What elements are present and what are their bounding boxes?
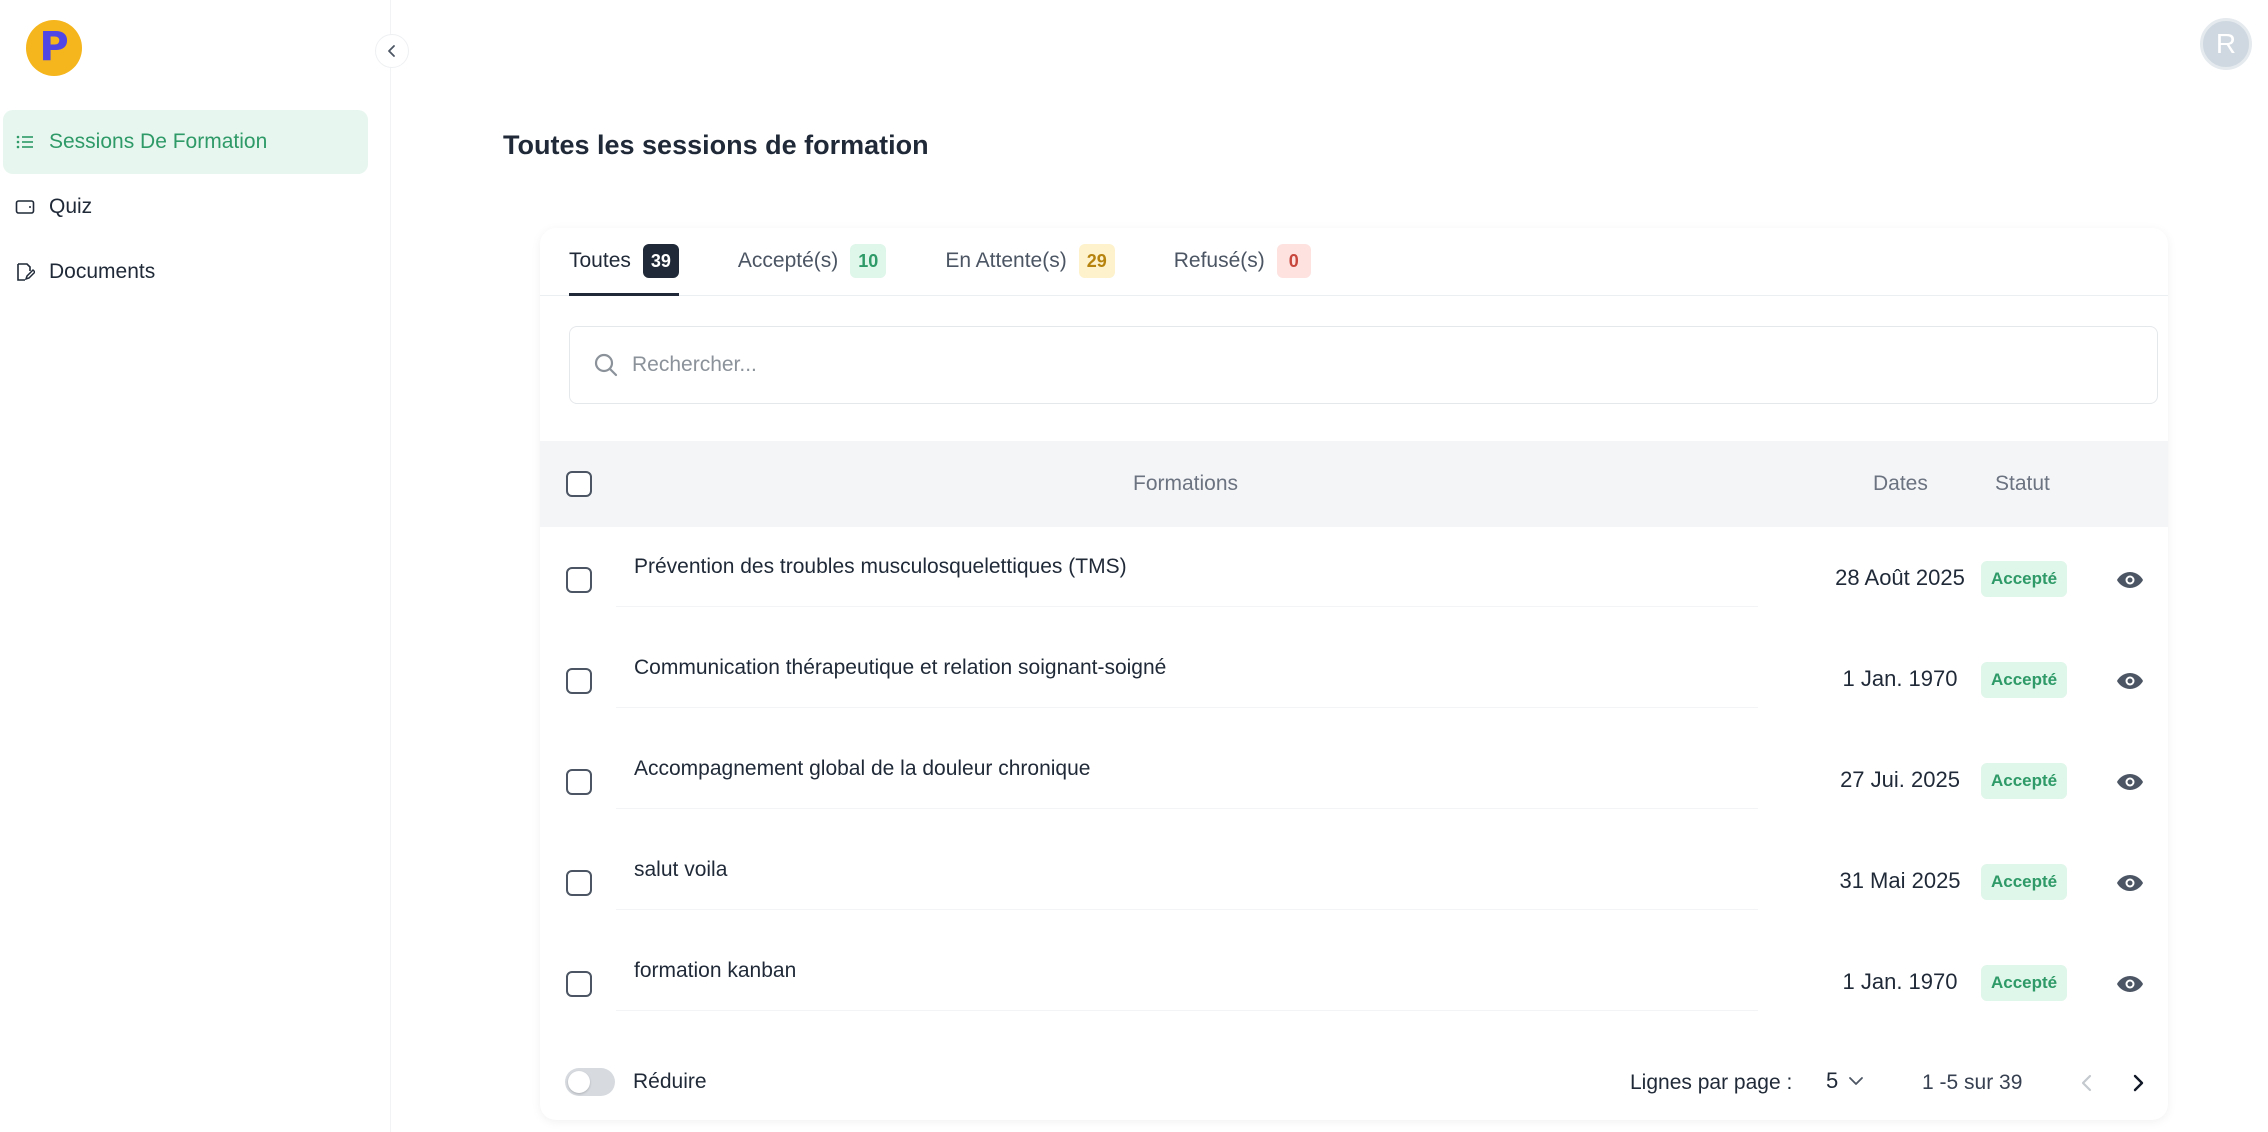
status-badge: Accepté (1981, 864, 2068, 900)
eye-icon[interactable] (2115, 565, 2145, 595)
divider (616, 909, 1758, 910)
app-logo[interactable]: P (26, 20, 82, 76)
tab-refuses[interactable]: Refusé(s) 0 (1174, 228, 1311, 295)
eye-icon[interactable] (2115, 868, 2145, 898)
row-checkbox[interactable] (566, 567, 592, 593)
status-badge: Accepté (1981, 965, 2068, 1001)
previous-page-button[interactable] (2072, 1068, 2102, 1098)
formation-date: 1 Jan. 1970 (1842, 969, 1958, 994)
next-page-button[interactable] (2123, 1068, 2153, 1098)
search-box (569, 326, 2158, 404)
table-header: Formations Dates Statut (540, 441, 2168, 527)
table-row[interactable]: Accompagnement global de la douleur chro… (540, 729, 2168, 830)
sidebar-item-sessions[interactable]: Sessions De Formation (3, 110, 368, 174)
row-checkbox[interactable] (566, 971, 592, 997)
table-row[interactable]: Communication thérapeutique et relation … (540, 628, 2168, 729)
row-checkbox[interactable] (566, 769, 592, 795)
search-input[interactable] (632, 353, 2032, 377)
page-title: Toutes les sessions de formation (503, 130, 929, 160)
count-badge: 29 (1078, 244, 1115, 278)
rows-per-page-value: 5 (1826, 1068, 1839, 1093)
table-row[interactable]: formation kanban 1 Jan. 1970 Accepté (540, 931, 2168, 1032)
sidebar-item-label: Sessions De Formation (49, 130, 268, 153)
tablet-icon (15, 195, 39, 219)
toggle-knob (568, 1071, 590, 1093)
chevron-down-icon (1848, 1076, 1864, 1086)
tab-en-attente[interactable]: En Attente(s) 29 (945, 228, 1115, 295)
status-badge: Accepté (1981, 662, 2068, 698)
count-badge: 10 (850, 244, 887, 278)
pagination-range: 1 -5 sur 39 (1922, 1071, 2023, 1094)
chevron-right-icon (2133, 1074, 2144, 1092)
logo-letter: P (39, 24, 69, 70)
sidebar: P Sessions De Formation Quiz Documents (0, 0, 391, 1132)
chevron-left-icon (2081, 1074, 2092, 1092)
formation-name: Communication thérapeutique et relation … (634, 656, 1167, 679)
eye-icon[interactable] (2115, 767, 2145, 797)
table-body: Prévention des troubles musculosqueletti… (540, 527, 2168, 1032)
list-icon (15, 130, 39, 154)
rows-per-page-label: Lignes par page : (1630, 1071, 1793, 1094)
sidebar-collapse-button[interactable] (375, 34, 409, 68)
divider (616, 808, 1758, 809)
divider (616, 707, 1758, 708)
tab-label: Refusé(s) (1173, 249, 1265, 272)
row-checkbox[interactable] (566, 668, 592, 694)
tab-label: En Attente(s) (945, 249, 1067, 272)
formation-name: salut voila (634, 858, 728, 881)
column-header-statut[interactable]: Statut (1995, 472, 2050, 496)
tab-acceptes[interactable]: Accepté(s) 10 (737, 228, 887, 295)
chevron-left-icon (388, 45, 395, 57)
search-container (540, 296, 2168, 441)
divider (616, 606, 1758, 607)
count-badge: 39 (642, 244, 679, 278)
status-tabs: Toutes 39 Accepté(s) 10 En Attente(s) 29… (540, 228, 2168, 296)
sidebar-item-documents[interactable]: Documents (3, 240, 368, 304)
search-icon (594, 353, 618, 377)
formation-date: 28 Août 2025 (1835, 565, 1965, 590)
row-checkbox[interactable] (566, 870, 592, 896)
sidebar-nav: Sessions De Formation Quiz Documents (3, 110, 368, 305)
column-header-dates[interactable]: Dates (1873, 472, 1928, 496)
formation-name: Prévention des troubles musculosqueletti… (634, 555, 1127, 578)
divider (616, 1010, 1758, 1011)
eye-icon[interactable] (2115, 969, 2145, 999)
sidebar-item-label: Documents (49, 260, 156, 283)
reduire-toggle[interactable] (565, 1068, 615, 1096)
reduire-label: Réduire (633, 1070, 707, 1093)
formation-name: Accompagnement global de la douleur chro… (634, 757, 1091, 780)
sidebar-item-label: Quiz (49, 195, 93, 218)
column-header-formations[interactable]: Formations (1133, 472, 1238, 496)
table-row[interactable]: Prévention des troubles musculosqueletti… (540, 527, 2168, 628)
eye-icon[interactable] (2115, 666, 2145, 696)
tab-label: Toutes (569, 249, 631, 272)
status-badge: Accepté (1981, 763, 2068, 799)
rows-per-page-select[interactable]: 5 (1826, 1068, 1864, 1094)
tab-label: Accepté(s) (737, 249, 839, 272)
avatar-initial: R (2215, 28, 2237, 59)
user-avatar[interactable]: R (2200, 18, 2252, 70)
sidebar-item-quiz[interactable]: Quiz (3, 175, 368, 239)
formation-date: 1 Jan. 1970 (1842, 666, 1958, 691)
document-edit-icon (15, 260, 39, 284)
table-footer: Réduire Lignes par page : 5 1 -5 sur 39 (540, 1048, 2168, 1120)
table-row[interactable]: salut voila 31 Mai 2025 Accepté (540, 830, 2168, 931)
formation-date: 27 Jui. 2025 (1840, 767, 1960, 792)
status-badge: Accepté (1981, 561, 2068, 597)
formation-date: 31 Mai 2025 (1839, 868, 1961, 893)
select-all-checkbox[interactable] (566, 471, 592, 497)
tab-toutes[interactable]: Toutes 39 (569, 228, 679, 296)
count-badge: 0 (1276, 244, 1311, 278)
formation-name: formation kanban (634, 959, 797, 982)
sessions-card: Toutes 39 Accepté(s) 10 En Attente(s) 29… (540, 228, 2168, 1120)
